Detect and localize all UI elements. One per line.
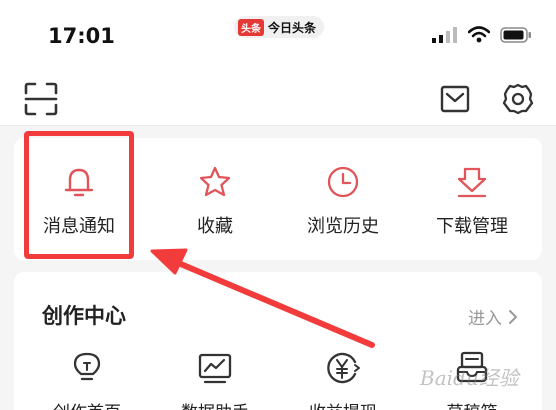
yuan-icon: [327, 352, 360, 384]
scan-icon[interactable]: [24, 82, 58, 116]
lightbulb-icon: [73, 352, 101, 381]
download-icon: [457, 167, 487, 198]
app-logo: 头条: [238, 18, 264, 36]
creator-item-label: 创作首页: [53, 398, 121, 410]
app-pill[interactable]: 头条 今日头条: [234, 16, 325, 38]
status-time: 17:01: [48, 24, 115, 48]
creator-item-label: 收益提现: [309, 398, 377, 410]
clock-icon: [327, 166, 359, 198]
creator-item-home[interactable]: 创作首页: [32, 350, 142, 410]
system-icons: [432, 26, 532, 43]
app-name: 今日头条: [268, 20, 317, 35]
quick-item-label: 收藏: [197, 216, 233, 237]
quick-item-label: 浏览历史: [307, 216, 379, 237]
quick-item-favorites[interactable]: 收藏: [160, 138, 270, 260]
quick-item-history[interactable]: 浏览历史: [288, 138, 398, 260]
mail-icon[interactable]: [440, 85, 470, 113]
creator-item-data[interactable]: 数据助手: [160, 350, 270, 410]
gear-icon[interactable]: [502, 83, 534, 115]
creator-enter-link[interactable]: 进入: [468, 304, 518, 329]
creator-center-title: 创作中心: [42, 304, 126, 328]
status-bar: 17:01 头条 今日头条: [0, 0, 556, 72]
signal-icon: [432, 26, 457, 43]
wifi-icon: [468, 26, 490, 43]
creator-item-label: 草稿箱: [447, 398, 498, 410]
quick-item-label: 消息通知: [43, 216, 115, 237]
creator-item-label: 数据助手: [181, 398, 249, 410]
quick-item-label: 下载管理: [436, 216, 508, 237]
chevron-right-icon: [509, 309, 517, 324]
quick-access-card: 消息通知 收藏 浏览历史 下载管理: [14, 138, 542, 260]
quick-item-downloads[interactable]: 下载管理: [417, 138, 527, 260]
top-toolbar: [0, 72, 556, 126]
bell-icon: [64, 168, 94, 197]
creator-item-earnings[interactable]: 收益提现: [288, 350, 398, 410]
star-icon: [199, 166, 231, 197]
chart-icon: [198, 353, 232, 384]
quick-item-notifications[interactable]: 消息通知: [24, 138, 134, 260]
watermark-text: Baidu经验: [420, 366, 519, 390]
enter-label: 进入: [468, 309, 502, 329]
battery-icon: [500, 26, 531, 43]
